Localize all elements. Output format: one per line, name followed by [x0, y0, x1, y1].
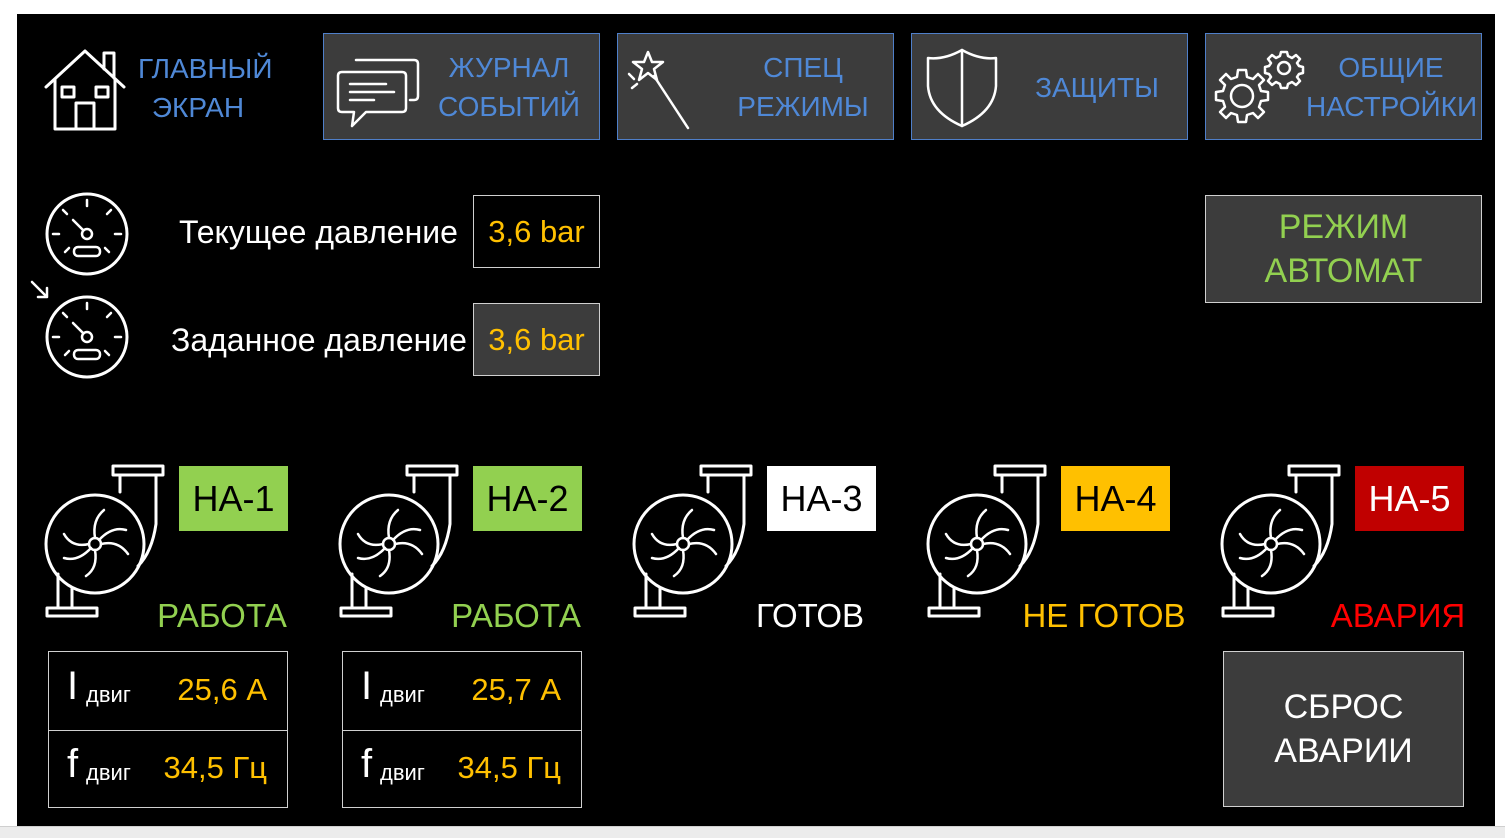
home-label-line2: ЭКРАН — [151, 92, 245, 123]
special-modes-label-line1: СПЕЦ — [763, 52, 843, 83]
gauge-icon — [43, 190, 131, 278]
event-log-label-line1: ЖУРНАЛ — [448, 52, 570, 83]
setpoint-pressure-input[interactable]: 3,6 bar — [473, 303, 600, 376]
current-subscript: двиг — [380, 682, 425, 707]
motor-frequency-row: f двиг 34,5 Гц — [49, 730, 287, 808]
shield-icon — [924, 46, 1000, 130]
motor-frequency-value: 34,5 Гц — [163, 750, 268, 785]
special-modes-button[interactable]: СПЕЦ РЕЖИМЫ — [617, 33, 894, 140]
frequency-symbol: f — [361, 742, 373, 786]
pump-1-badge[interactable]: НА-1 — [179, 466, 288, 531]
motor-current-row: I двиг 25,6 А — [49, 652, 287, 731]
setpoint-pressure-label: Заданное давление — [171, 322, 467, 358]
motor-current-value: 25,7 А — [471, 672, 561, 707]
reset-alarm-button[interactable]: СБРОС АВАРИИ — [1223, 651, 1464, 807]
pump-4-status: НЕ ГОТОВ — [1022, 597, 1186, 634]
protections-button[interactable]: ЗАЩИТЫ — [911, 33, 1188, 140]
pump-3-status: ГОТОВ — [755, 597, 865, 634]
pump-2-badge[interactable]: НА-2 — [473, 466, 582, 531]
frequency-subscript: двиг — [380, 760, 425, 785]
home-icon — [40, 43, 130, 133]
chat-bubbles-icon — [336, 48, 422, 130]
general-settings-label-line1: ОБЩИЕ — [1338, 52, 1444, 83]
pump-1-measurements: I двиг 25,6 А f двиг 34,5 Гц — [48, 651, 288, 808]
motor-frequency-row: f двиг 34,5 Гц — [343, 730, 581, 808]
event-log-button[interactable]: ЖУРНАЛ СОБЫТИЙ — [323, 33, 600, 140]
general-settings-button[interactable]: ОБЩИЕ НАСТРОЙКИ — [1205, 33, 1482, 140]
motor-frequency-value: 34,5 Гц — [457, 750, 562, 785]
protections-label: ЗАЩИТЫ — [1035, 72, 1159, 103]
pump-3-badge[interactable]: НА-3 — [767, 466, 876, 531]
current-symbol: I — [361, 664, 373, 708]
pump-2-status: РАБОТА — [451, 597, 581, 634]
general-settings-label-line2: НАСТРОЙКИ — [1306, 91, 1478, 122]
mode-label-line1: РЕЖИМ — [1278, 208, 1409, 246]
pump-5-status: АВАРИЯ — [1330, 597, 1466, 634]
frequency-subscript: двиг — [86, 760, 131, 785]
motor-current-row: I двиг 25,7 А — [343, 652, 581, 731]
pump-4-badge[interactable]: НА-4 — [1061, 466, 1170, 531]
mode-auto-button[interactable]: РЕЖИМ АВТОМАТ — [1205, 195, 1482, 303]
motor-current-value: 25,6 А — [177, 672, 267, 707]
current-pressure-label: Текущее давление — [179, 214, 458, 250]
home-label-line1: ГЛАВНЫЙ — [138, 53, 273, 84]
home-nav-item[interactable]: ГЛАВНЫЙ ЭКРАН — [40, 40, 290, 135]
magic-wand-icon — [626, 46, 696, 132]
pump-2-measurements: I двиг 25,7 А f двиг 34,5 Гц — [342, 651, 582, 808]
current-symbol: I — [67, 664, 79, 708]
current-pressure-value: 3,6 bar — [473, 195, 600, 268]
window-status-strip — [0, 826, 1505, 838]
current-subscript: двиг — [86, 682, 131, 707]
mode-label-line2: АВТОМАТ — [1264, 252, 1423, 290]
gears-icon — [1208, 46, 1308, 130]
reset-label-line1: СБРОС — [1283, 688, 1404, 726]
special-modes-label-line2: РЕЖИМЫ — [737, 91, 869, 122]
pump-1-status: РАБОТА — [157, 597, 287, 634]
gauge-setpoint-icon — [28, 278, 132, 382]
pump-5-badge[interactable]: НА-5 — [1355, 466, 1464, 531]
event-log-label-line2: СОБЫТИЙ — [438, 91, 580, 122]
frequency-symbol: f — [67, 742, 79, 786]
reset-label-line2: АВАРИИ — [1274, 732, 1413, 770]
